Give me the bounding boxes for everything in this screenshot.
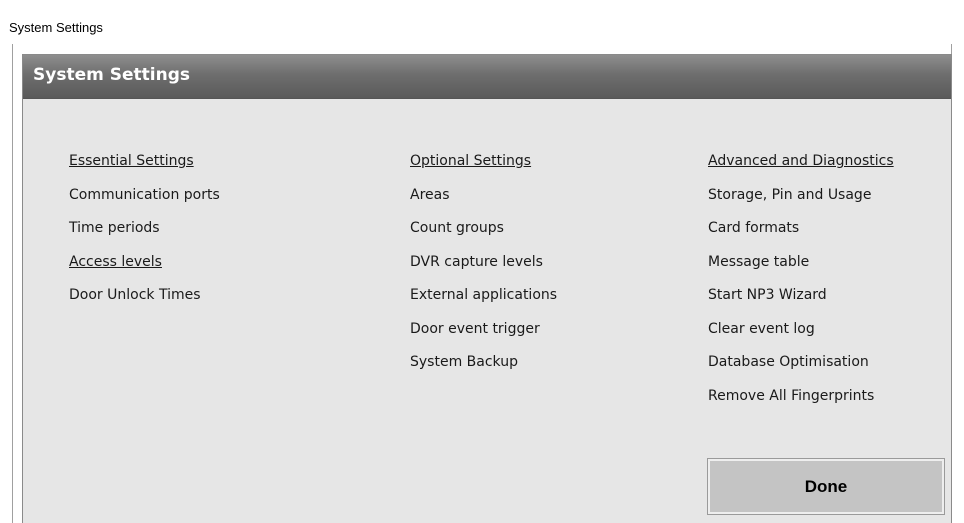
essential-settings-link[interactable]: Essential Settings — [69, 151, 220, 185]
panel-header: System Settings — [23, 55, 951, 99]
communication-ports-link[interactable]: Communication ports — [69, 185, 220, 219]
system-settings-window: System Settings System Settings Essentia… — [0, 0, 964, 523]
optional-settings-column: Optional Settings Areas Count groups DVR… — [410, 151, 557, 386]
database-optimisation-link[interactable]: Database Optimisation — [708, 352, 894, 386]
advanced-diagnostics-column: Advanced and Diagnostics Storage, Pin an… — [708, 151, 894, 419]
time-periods-link[interactable]: Time periods — [69, 218, 220, 252]
count-groups-link[interactable]: Count groups — [410, 218, 557, 252]
card-formats-link[interactable]: Card formats — [708, 218, 894, 252]
advanced-diagnostics-link[interactable]: Advanced and Diagnostics — [708, 151, 894, 185]
message-table-link[interactable]: Message table — [708, 252, 894, 286]
settings-panel: System Settings Essential Settings Commu… — [22, 54, 952, 523]
storage-pin-usage-link[interactable]: Storage, Pin and Usage — [708, 185, 894, 219]
clear-event-log-link[interactable]: Clear event log — [708, 319, 894, 353]
start-np3-wizard-link[interactable]: Start NP3 Wizard — [708, 285, 894, 319]
remove-all-fingerprints-link[interactable]: Remove All Fingerprints — [708, 386, 894, 420]
essential-settings-column: Essential Settings Communication ports T… — [69, 151, 220, 319]
window-titlebar: System Settings — [0, 0, 964, 44]
access-levels-link[interactable]: Access levels — [69, 252, 220, 286]
done-button[interactable]: Done — [707, 458, 945, 515]
door-unlock-times-link[interactable]: Door Unlock Times — [69, 285, 220, 319]
door-event-trigger-link[interactable]: Door event trigger — [410, 319, 557, 353]
system-backup-link[interactable]: System Backup — [410, 352, 557, 386]
window-title: System Settings — [9, 20, 103, 35]
optional-settings-link[interactable]: Optional Settings — [410, 151, 557, 185]
panel-title: System Settings — [33, 65, 190, 85]
external-applications-link[interactable]: External applications — [410, 285, 557, 319]
areas-link[interactable]: Areas — [410, 185, 557, 219]
dvr-capture-levels-link[interactable]: DVR capture levels — [410, 252, 557, 286]
